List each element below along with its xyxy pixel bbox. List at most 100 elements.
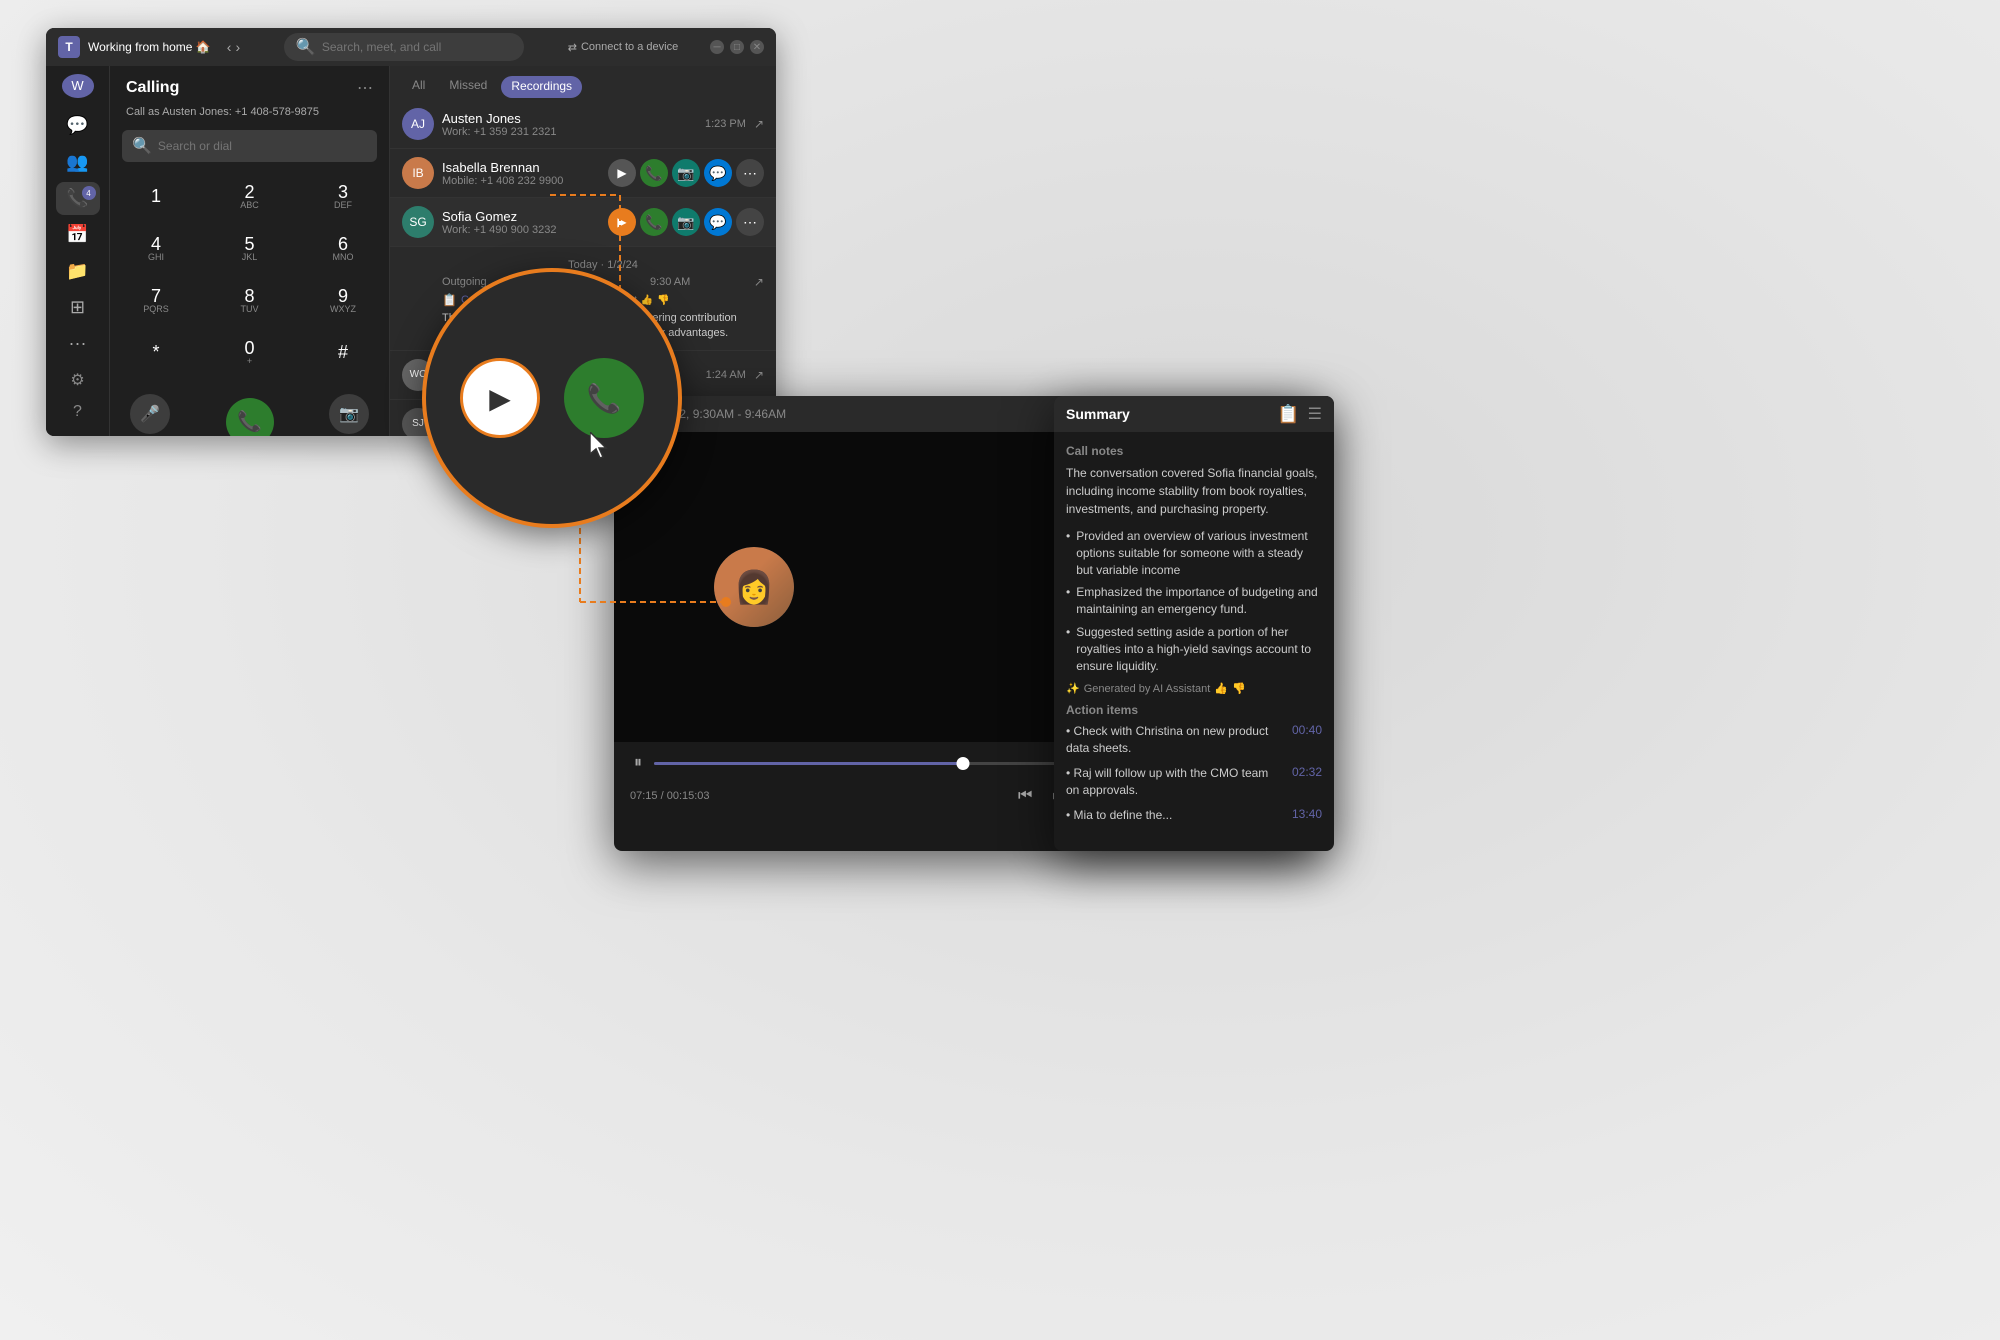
call-number-aj1: Work: +1 359 231 2321	[442, 126, 697, 138]
action-timestamp-3[interactable]: 13:40	[1292, 807, 1322, 821]
outgoing-icon-wc: ↗	[754, 368, 764, 382]
action-item-1: • Check with Christina on new product da…	[1066, 723, 1322, 757]
dial-key-3[interactable]: 3 DEF	[317, 174, 369, 218]
summary-title: Summary	[1066, 406, 1130, 422]
sidebar-settings[interactable]: ⚙	[62, 364, 94, 396]
sidebar-item-more[interactable]: ···	[56, 328, 100, 360]
call-item-isabella-1[interactable]: IB Isabella Brennan Mobile: +1 408 232 9…	[390, 149, 776, 198]
audio-button[interactable]: 🎤	[130, 394, 170, 434]
call-time-wc: 1:24 AM	[706, 369, 746, 381]
tab-missed[interactable]: Missed	[439, 74, 497, 100]
call-item-austen-jones-1[interactable]: AJ Austen Jones Work: +1 359 231 2321 1:…	[390, 100, 776, 149]
play-recording-sg[interactable]: ▶	[608, 208, 636, 236]
action-text-2: • Raj will follow up with the CMO team o…	[1066, 765, 1284, 799]
calling-header: Calling ⋯	[110, 66, 389, 106]
sidebar-item-apps[interactable]: ⊞	[56, 291, 100, 323]
nav-back[interactable]: ‹	[227, 39, 232, 55]
maximize-button[interactable]: □	[730, 40, 744, 54]
call-name-sg: Sofia Gomez	[442, 209, 600, 224]
close-button[interactable]: ✕	[750, 40, 764, 54]
dial-key-2[interactable]: 2 ABC	[224, 174, 276, 218]
sidebar-item-files[interactable]: 📁	[56, 255, 100, 287]
dial-key-0[interactable]: 0 +	[224, 330, 276, 374]
dial-key-4[interactable]: 4 GHI	[130, 226, 182, 270]
call-avatar-sg: SG	[402, 206, 434, 238]
thumb-up-icon[interactable]: 👍	[641, 295, 653, 306]
dial-key-star[interactable]: *	[130, 330, 182, 374]
magnify-call-button[interactable]: 📞	[564, 358, 644, 438]
more-ib1[interactable]: ⋯	[736, 159, 764, 187]
minimize-button[interactable]: ─	[710, 40, 724, 54]
action-timestamp-2[interactable]: 02:32	[1292, 765, 1322, 779]
video-button[interactable]: 📷	[329, 394, 369, 434]
call-log-tabs: All Missed Recordings	[390, 66, 776, 100]
connect-icon: ⇄	[568, 41, 577, 54]
action-timestamp-1[interactable]: 00:40	[1292, 723, 1322, 737]
dial-pad: 1 2 ABC 3 DEF 4 GHI	[110, 170, 389, 386]
search-dial-container[interactable]: 🔍	[122, 130, 377, 162]
call-item-sofia[interactable]: SG Sofia Gomez Work: +1 490 900 3232 ▶ 📞…	[390, 198, 776, 247]
sidebar-item-calls[interactable]: 📞 4	[56, 182, 100, 214]
search-input[interactable]	[322, 40, 512, 54]
calling-more-icon[interactable]: ⋯	[357, 78, 373, 98]
calls-badge: 4	[82, 186, 96, 200]
video-call-ib1[interactable]: 📷	[672, 159, 700, 187]
dial-key-1[interactable]: 1	[130, 174, 182, 218]
dial-key-6[interactable]: 6 MNO	[317, 226, 369, 270]
chat-ib1[interactable]: 💬	[704, 159, 732, 187]
calling-subtitle: Call as Austen Jones: +1 408-578-9875	[110, 106, 389, 126]
current-time: 07:15	[630, 790, 658, 802]
window-controls: ─ □ ✕	[710, 40, 764, 54]
thumbsup-icon[interactable]: 👍	[1214, 682, 1228, 695]
tab-all[interactable]: All	[402, 74, 435, 100]
connect-label: Connect to a device	[581, 41, 678, 53]
files-icon: 📁	[66, 261, 88, 282]
summary-notes-btn[interactable]: ☰	[1308, 404, 1322, 425]
chat-sg[interactable]: 💬	[704, 208, 732, 236]
dial-key-7[interactable]: 7 PQRS	[130, 278, 182, 322]
call-actions-sg: ▶ 📞 📷 💬 ⋯	[608, 208, 764, 236]
sofia-avatar-face: 👩	[714, 547, 794, 627]
tab-recordings[interactable]: Recordings	[501, 76, 582, 98]
pause-button[interactable]: ⏸	[630, 750, 646, 776]
dial-key-9[interactable]: 9 WXYZ	[317, 278, 369, 322]
progress-thumb[interactable]	[957, 757, 970, 770]
nav-forward[interactable]: ›	[235, 39, 240, 55]
call-back-ib1[interactable]: 📞	[640, 159, 668, 187]
summary-icon[interactable]: 📋	[1277, 404, 1299, 425]
call-button[interactable]: 📞	[226, 398, 274, 437]
search-bar[interactable]: 🔍	[284, 33, 524, 61]
sidebar-help[interactable]: ?	[62, 396, 94, 428]
thumb-down-icon[interactable]: 👎	[657, 295, 669, 306]
magnify-play-button[interactable]: ▶	[460, 358, 540, 438]
dial-key-5[interactable]: 5 JKL	[224, 226, 276, 270]
video-call-sg[interactable]: 📷	[672, 208, 700, 236]
sidebar-item-calendar[interactable]: 📅	[56, 219, 100, 251]
calling-panel: Calling ⋯ Call as Austen Jones: +1 408-5…	[110, 66, 390, 436]
user-avatar[interactable]: W	[62, 74, 94, 98]
chat-icon: 💬	[66, 115, 88, 136]
dial-search-icon: 🔍	[132, 136, 152, 156]
action-items-title: Action items	[1066, 703, 1322, 717]
connect-device-button[interactable]: ⇄ Connect to a device	[568, 41, 678, 54]
rewind-button[interactable]: ⏮	[1014, 783, 1036, 809]
notes-icon: 📋	[442, 293, 457, 307]
dial-key-hash[interactable]: #	[317, 330, 369, 374]
bullet-2: • Emphasized the importance of budgeting…	[1066, 584, 1322, 618]
sidebar-item-teams[interactable]: 👥	[56, 146, 100, 178]
call-name-ib1: Isabella Brennan	[442, 160, 600, 175]
dial-key-8[interactable]: 8 TUV	[224, 278, 276, 322]
call-number-sg: Work: +1 490 900 3232	[442, 224, 600, 236]
calling-title: Calling	[126, 79, 179, 97]
action-name-2: Raj	[1074, 766, 1092, 780]
play-recording-ib1[interactable]: ▶	[608, 159, 636, 187]
search-icon: 🔍	[296, 37, 316, 57]
call-avatar-ib1: IB	[402, 157, 434, 189]
thumbsdown-icon[interactable]: 👎	[1232, 682, 1246, 695]
search-dial-input[interactable]	[158, 139, 367, 153]
more-sg[interactable]: ⋯	[736, 208, 764, 236]
video-col: 📷 Video	[329, 394, 369, 436]
time-value: 9:30 AM	[650, 276, 690, 288]
sidebar-item-chat[interactable]: 💬	[56, 110, 100, 142]
call-back-sg[interactable]: 📞	[640, 208, 668, 236]
